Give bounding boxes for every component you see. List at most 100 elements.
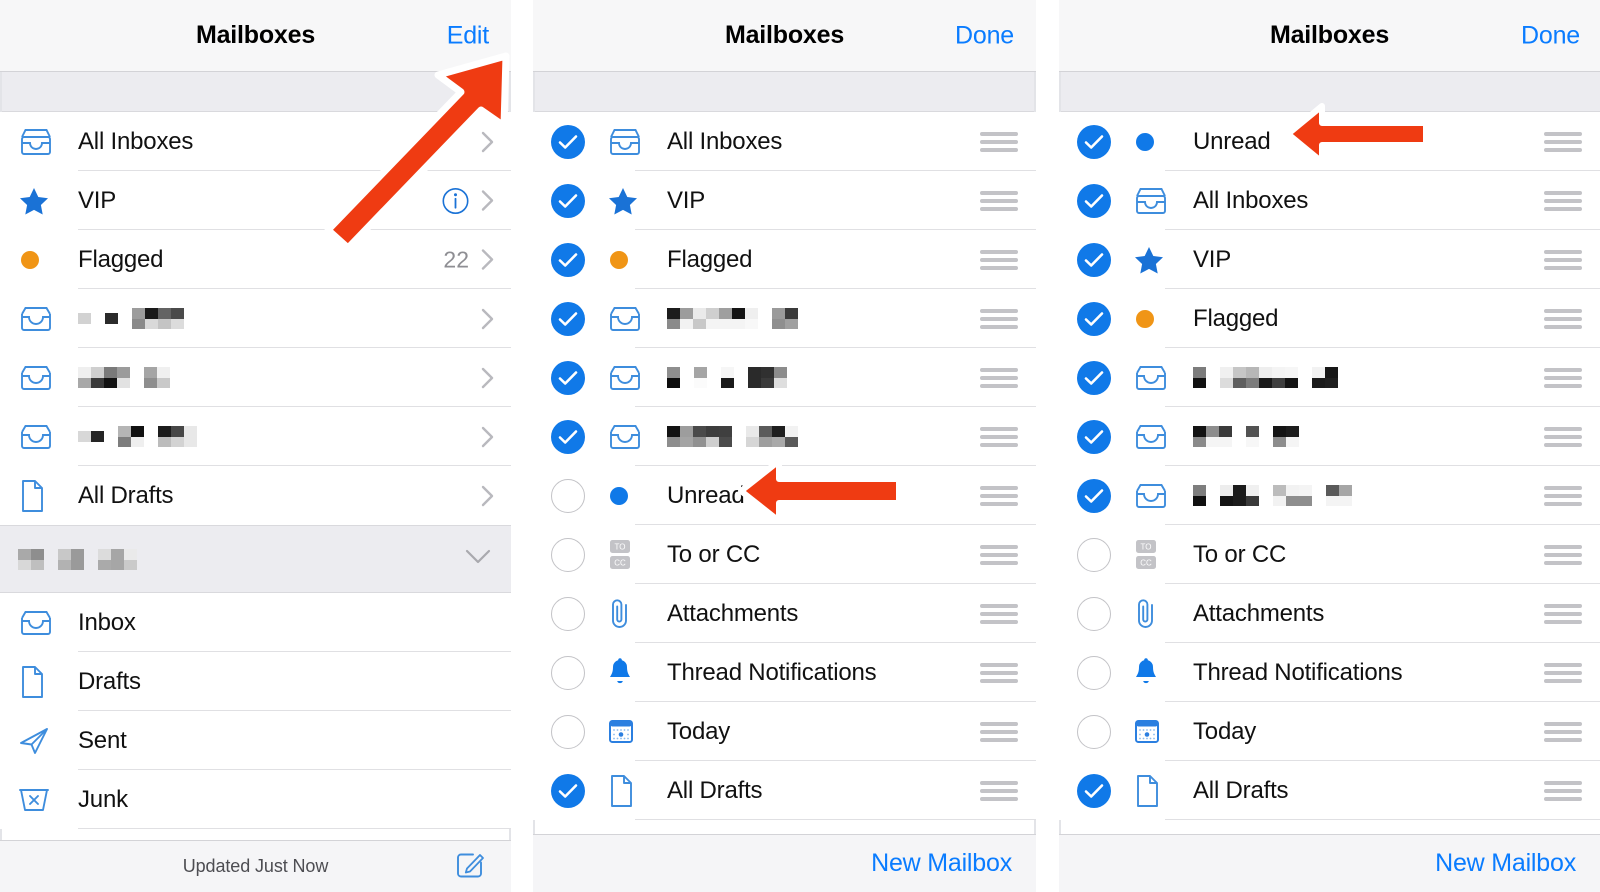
reorder-handle-icon[interactable] <box>1544 308 1582 329</box>
checkmark-unselected-icon[interactable] <box>551 596 585 631</box>
checkmark-selected-icon[interactable] <box>1077 242 1111 277</box>
list-item-thread-notifications[interactable]: Thread Notifications <box>1059 643 1600 702</box>
reorder-handle-icon[interactable] <box>1544 721 1582 742</box>
list-item-sent[interactable]: Sent <box>0 711 511 770</box>
bell-icon <box>1133 657 1193 689</box>
checkmark-selected-icon[interactable] <box>1077 360 1111 395</box>
list-item-all-drafts[interactable]: All Drafts <box>0 466 511 525</box>
checkmark-unselected-icon[interactable] <box>551 478 585 513</box>
list-item-redacted-mailbox[interactable] <box>0 289 511 348</box>
list-item-redacted-mailbox[interactable] <box>0 407 511 466</box>
checkmark-selected-icon[interactable] <box>1077 419 1111 454</box>
reorder-handle-icon[interactable] <box>980 249 1018 270</box>
reorder-handle-icon[interactable] <box>1544 662 1582 683</box>
list-item-vip[interactable]: VIP <box>1059 230 1600 289</box>
list-item-all-inboxes[interactable]: All Inboxes <box>1059 171 1600 230</box>
done-button[interactable]: Done <box>1521 21 1580 50</box>
reorder-handle-icon[interactable] <box>980 544 1018 565</box>
list-item-vip[interactable]: VIP <box>533 171 1036 230</box>
list-item-attachments[interactable]: Attachments <box>533 584 1036 643</box>
edit-button[interactable]: Edit <box>447 21 489 50</box>
mailbox-edit-list: Unread All Inboxes VIP Flagged TO CC To … <box>1059 112 1600 820</box>
list-item-redacted-mailbox[interactable] <box>1059 407 1600 466</box>
list-item-drafts[interactable]: Drafts <box>0 652 511 711</box>
list-item-junk[interactable]: Junk <box>0 770 511 829</box>
reorder-handle-icon[interactable] <box>1544 190 1582 211</box>
reorder-handle-icon[interactable] <box>1544 603 1582 624</box>
checkmark-selected-icon[interactable] <box>551 419 585 454</box>
list-item-redacted-mailbox[interactable] <box>533 407 1036 466</box>
list-item-redacted-mailbox[interactable] <box>1059 348 1600 407</box>
list-item-today[interactable]: Today <box>533 702 1036 761</box>
chevron-down-icon[interactable] <box>465 549 491 569</box>
checkmark-unselected-icon[interactable] <box>551 537 585 572</box>
reorder-handle-icon[interactable] <box>980 426 1018 447</box>
chevron-right-icon <box>481 249 495 271</box>
checkmark-selected-icon[interactable] <box>1077 478 1111 513</box>
reorder-handle-icon[interactable] <box>980 603 1018 624</box>
list-item-to-or-cc[interactable]: TO CC To or CC <box>533 525 1036 584</box>
list-item-flagged[interactable]: Flagged <box>533 230 1036 289</box>
reorder-handle-icon[interactable] <box>980 190 1018 211</box>
checkmark-unselected-icon[interactable] <box>1077 537 1111 572</box>
list-item-to-or-cc[interactable]: TO CC To or CC <box>1059 525 1600 584</box>
checkmark-selected-icon[interactable] <box>1077 301 1111 336</box>
list-item-attachments[interactable]: Attachments <box>1059 584 1600 643</box>
new-mailbox-button[interactable]: New Mailbox <box>871 849 1012 878</box>
list-item-thread-notifications[interactable]: Thread Notifications <box>533 643 1036 702</box>
list-item-vip[interactable]: VIP <box>0 171 511 230</box>
checkmark-unselected-icon[interactable] <box>1077 596 1111 631</box>
checkmark-selected-icon[interactable] <box>551 301 585 336</box>
reorder-handle-icon[interactable] <box>980 780 1018 801</box>
mailboxes-panel-edit-mode-before-reorder: Mailboxes Done All Inboxes VIP Flagged U… <box>533 0 1036 892</box>
checkmark-selected-icon[interactable] <box>551 360 585 395</box>
reorder-handle-icon[interactable] <box>1544 249 1582 270</box>
reorder-handle-icon[interactable] <box>1544 544 1582 565</box>
reorder-handle-icon[interactable] <box>1544 485 1582 506</box>
list-item-flagged[interactable]: Flagged <box>1059 289 1600 348</box>
reorder-handle-icon[interactable] <box>980 367 1018 388</box>
new-mailbox-button[interactable]: New Mailbox <box>1435 849 1576 878</box>
checkmark-selected-icon[interactable] <box>551 183 585 218</box>
checkmark-selected-icon[interactable] <box>551 242 585 277</box>
reorder-handle-icon[interactable] <box>980 662 1018 683</box>
reorder-handle-icon[interactable] <box>1544 426 1582 447</box>
checkmark-unselected-icon[interactable] <box>551 655 585 690</box>
list-item-unread[interactable]: Unread <box>1059 112 1600 171</box>
compose-icon[interactable] <box>455 849 485 884</box>
reorder-handle-icon[interactable] <box>980 485 1018 506</box>
reorder-handle-icon[interactable] <box>980 308 1018 329</box>
list-item-all-drafts[interactable]: All Drafts <box>1059 761 1600 820</box>
list-item-all-inboxes[interactable]: All Inboxes <box>533 112 1036 171</box>
list-item-today[interactable]: Today <box>1059 702 1600 761</box>
list-item-redacted-mailbox[interactable] <box>0 348 511 407</box>
reorder-handle-icon[interactable] <box>1544 367 1582 388</box>
checkmark-selected-icon[interactable] <box>551 773 585 808</box>
search-strip[interactable] <box>533 72 1036 112</box>
info-icon[interactable] <box>442 187 469 214</box>
reorder-handle-icon[interactable] <box>980 131 1018 152</box>
list-item-redacted-mailbox[interactable] <box>1059 466 1600 525</box>
reorder-handle-icon[interactable] <box>1544 780 1582 801</box>
checkmark-unselected-icon[interactable] <box>1077 655 1111 690</box>
list-item-unread[interactable]: Unread <box>533 466 1036 525</box>
reorder-handle-icon[interactable] <box>1544 131 1582 152</box>
checkmark-selected-icon[interactable] <box>551 124 585 159</box>
list-item-all-drafts[interactable]: All Drafts <box>533 761 1036 820</box>
list-item-redacted-mailbox[interactable] <box>533 289 1036 348</box>
list-item-redacted-mailbox[interactable] <box>533 348 1036 407</box>
search-strip[interactable] <box>1059 72 1600 112</box>
reorder-handle-icon[interactable] <box>980 721 1018 742</box>
list-item-inbox[interactable]: Inbox <box>0 593 511 652</box>
account-group-header[interactable] <box>0 525 511 593</box>
checkmark-unselected-icon[interactable] <box>1077 714 1111 749</box>
checkmark-selected-icon[interactable] <box>1077 124 1111 159</box>
done-button[interactable]: Done <box>955 21 1014 50</box>
search-strip[interactable] <box>0 72 511 112</box>
checkmark-unselected-icon[interactable] <box>551 714 585 749</box>
list-item-flagged[interactable]: Flagged 22 <box>0 230 511 289</box>
inbox-icon <box>1133 482 1193 510</box>
checkmark-selected-icon[interactable] <box>1077 773 1111 808</box>
list-item-all-inboxes[interactable]: All Inboxes <box>0 112 511 171</box>
checkmark-selected-icon[interactable] <box>1077 183 1111 218</box>
